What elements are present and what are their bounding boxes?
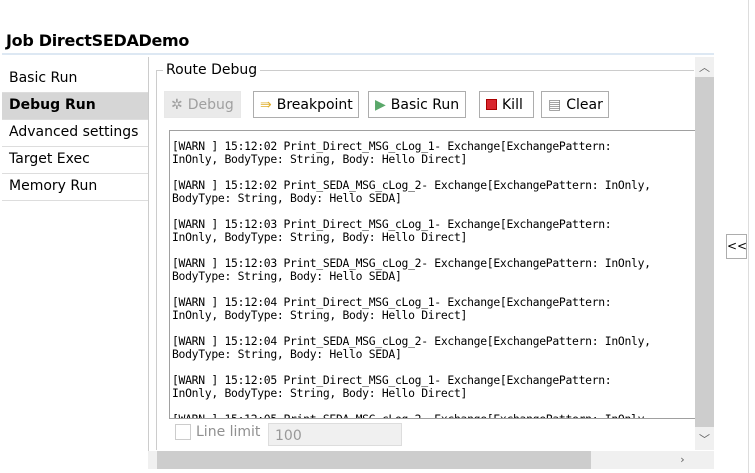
clear-label: Clear [566,96,603,113]
horizontal-scroll-thumb[interactable] [157,451,591,469]
vertical-scroll-thumb[interactable] [695,77,714,427]
scroll-up-icon[interactable]: ︿ [695,59,714,75]
line-limit-checkbox[interactable]: Line limit [175,424,260,440]
stop-icon [486,99,497,110]
debug-label: Debug [187,96,234,113]
kill-label: Kill [502,96,523,113]
basic-run-button[interactable]: ▶ Basic Run [368,91,466,118]
horizontal-scrollbar[interactable]: › [148,451,714,469]
breakpoint-button[interactable]: ⇛ Breakpoint [253,91,359,118]
nav-target-exec[interactable]: Target Exec [2,147,148,174]
basic-run-label: Basic Run [390,96,460,113]
play-icon: ▶ [375,96,386,113]
breakpoint-arrow-icon: ⇛ [260,96,272,113]
clear-button[interactable]: ▤ Clear [541,91,609,118]
nav-basic-run[interactable]: Basic Run [2,66,148,93]
debug-button[interactable]: ✲ Debug [164,91,241,118]
vertical-scrollbar[interactable]: ︿ ﹀ [695,57,714,450]
log-text: [WARN ] 15:12:02 Print_Direct_MSG_cLog_1… [172,139,651,419]
divider [748,0,749,473]
collapse-panel-button[interactable]: << [726,234,747,259]
nav-memory-run[interactable]: Memory Run [2,174,148,201]
scroll-down-icon[interactable]: ﹀ [695,431,714,447]
checkbox-box[interactable] [175,424,191,440]
job-header: Job DirectSEDADemo [2,27,714,55]
nav-advanced-settings[interactable]: Advanced settings [2,120,148,147]
nav-debug-run[interactable]: Debug Run [2,93,148,120]
breakpoint-label: Breakpoint [276,96,353,113]
divider [148,57,149,452]
job-title: Job DirectSEDADemo [6,31,190,50]
run-sidebar: Basic Run Debug Run Advanced settings Ta… [2,66,148,201]
kill-button[interactable]: Kill [479,91,534,118]
group-legend: Route Debug [163,62,261,78]
bug-icon: ✲ [171,96,183,113]
debug-log-output[interactable]: [WARN ] 15:12:02 Print_Direct_MSG_cLog_1… [169,130,697,419]
line-limit-input[interactable]: 100 [268,423,402,446]
line-limit-label: Line limit [196,424,261,440]
scroll-right-icon[interactable]: › [673,453,692,466]
clear-console-icon: ▤ [548,96,562,113]
